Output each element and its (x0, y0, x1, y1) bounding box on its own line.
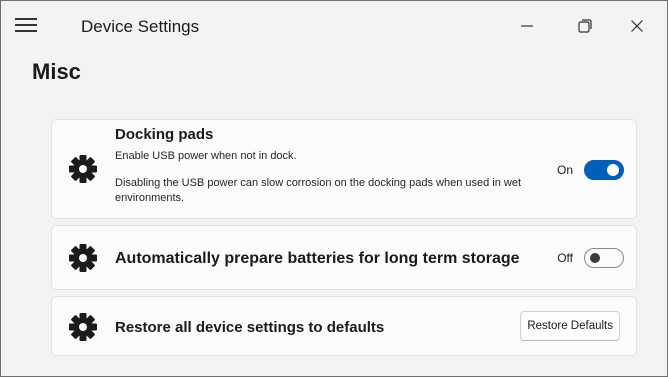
docking-pads-toggle-group: On (557, 160, 624, 180)
toggle-state-label: Off (557, 251, 573, 265)
toggle-state-label: On (556, 163, 573, 177)
setting-card-battery-storage: Automatically prepare batteries for long… (51, 225, 637, 290)
toggle-knob (590, 253, 600, 263)
restore-defaults-button[interactable]: Restore Defaults (520, 311, 620, 341)
setting-card-docking-pads: Docking pads Enable USB power when not i… (51, 119, 637, 219)
setting-card-restore-defaults: Restore all device settings to defaults … (51, 296, 637, 356)
hamburger-menu-icon[interactable] (15, 18, 37, 32)
section-title: Misc (32, 59, 81, 84)
title-bar: Device Settings (1, 1, 667, 49)
maximize-icon[interactable] (574, 15, 596, 37)
minimize-icon[interactable] (516, 15, 538, 37)
toggle-knob (607, 164, 619, 176)
gear-icon (68, 154, 98, 184)
gear-icon (68, 243, 98, 273)
setting-title: Restore all device settings to defaults (115, 319, 385, 336)
gear-icon (68, 312, 98, 342)
setting-title: Docking pads (115, 126, 214, 143)
setting-description: Enable USB power when not in dock. (115, 150, 297, 162)
battery-storage-toggle-group: Off (557, 248, 624, 268)
device-settings-window: Device Settings Misc Docking pads Enable… (0, 0, 668, 377)
window-title: Device Settings (81, 17, 200, 36)
setting-title: Automatically prepare batteries for long… (115, 250, 520, 267)
docking-pads-toggle[interactable] (584, 160, 624, 180)
close-icon[interactable] (626, 15, 648, 37)
setting-detail: Disabling the USB power can slow corrosi… (115, 177, 522, 204)
battery-storage-toggle[interactable] (584, 248, 624, 268)
